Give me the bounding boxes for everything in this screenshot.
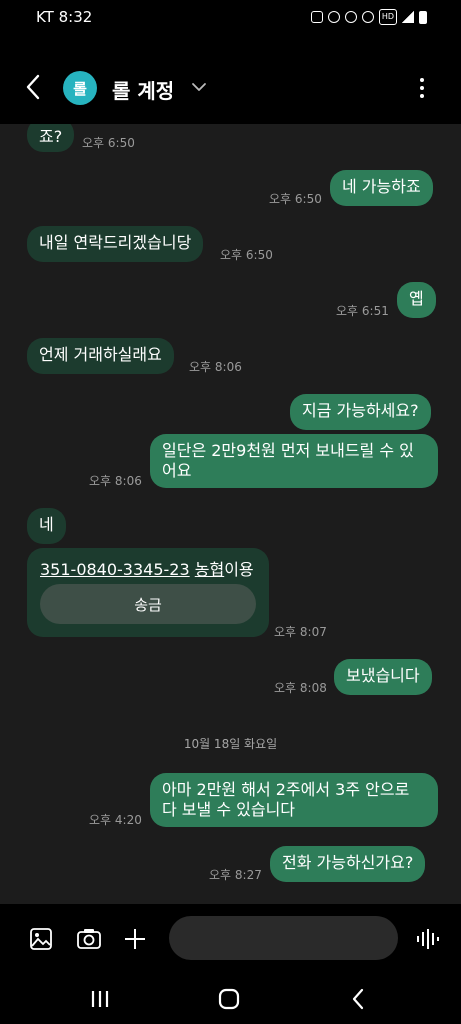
hd-icon: HD bbox=[378, 9, 397, 25]
account-info: 351-0840-3345-23 농협이용 bbox=[40, 556, 254, 580]
status-time: KT 8:32 bbox=[36, 8, 93, 26]
more-icon[interactable] bbox=[410, 74, 434, 102]
gallery-icon[interactable] bbox=[28, 926, 54, 952]
camera-icon[interactable] bbox=[76, 926, 102, 952]
conversation-header: 롤 롤 계정 bbox=[0, 36, 461, 124]
message-list[interactable]: 죠? 오후 6:50 네 가능하죠 오후 6:50 내일 연락드리겠습니당 오후… bbox=[0, 124, 461, 904]
lock-icon bbox=[310, 11, 323, 23]
status-icons: HD bbox=[310, 9, 427, 25]
message-time: 오후 8:06 bbox=[89, 474, 142, 488]
system-nav-bar bbox=[0, 974, 461, 1024]
voice-icon[interactable] bbox=[414, 926, 440, 952]
message-bubble-incoming[interactable]: 네 bbox=[27, 508, 66, 544]
message-time: 오후 8:07 bbox=[274, 625, 327, 639]
message-bubble-outgoing[interactable]: 아마 2만원 해서 2주에서 3주 안으로 다 보낼 수 있습니다 bbox=[150, 773, 438, 827]
message-bubble-outgoing[interactable]: 옙 bbox=[397, 282, 436, 318]
message-input[interactable] bbox=[169, 916, 398, 960]
avatar[interactable]: 롤 bbox=[63, 71, 97, 105]
composer-bar bbox=[0, 904, 461, 974]
message-bubble-outgoing[interactable]: 전화 가능하신가요? bbox=[270, 846, 426, 882]
account-number-card: 351-0840-3345-23 농협이용 송금 bbox=[27, 548, 269, 637]
message-time: 오후 8:06 bbox=[189, 360, 242, 374]
account-number-link[interactable]: 351-0840-3345-23 bbox=[40, 560, 190, 579]
alarm-icon bbox=[327, 11, 340, 23]
message-time: 오후 6:50 bbox=[269, 192, 322, 206]
message-bubble-outgoing[interactable]: 네 가능하죠 bbox=[330, 170, 433, 206]
recent-apps-icon[interactable] bbox=[87, 986, 113, 1012]
message-time: 오후 8:08 bbox=[274, 681, 327, 695]
message-bubble-outgoing[interactable]: 지금 가능하세요? bbox=[290, 394, 431, 430]
message-bubble-incoming[interactable]: 죠? bbox=[27, 124, 75, 152]
message-time: 오후 4:20 bbox=[89, 813, 142, 827]
nav-back-icon[interactable] bbox=[345, 986, 371, 1012]
battery-icon bbox=[419, 10, 427, 24]
message-time: 오후 8:27 bbox=[209, 868, 262, 882]
message-time: 오후 6:51 bbox=[336, 304, 389, 318]
mute-icon bbox=[344, 11, 357, 23]
message-time: 오후 6:50 bbox=[220, 248, 273, 262]
account-suffix: 이용 bbox=[224, 560, 254, 579]
home-icon[interactable] bbox=[216, 986, 242, 1012]
wifi-icon bbox=[361, 11, 374, 23]
send-money-button[interactable]: 송금 bbox=[40, 584, 256, 624]
message-bubble-incoming[interactable]: 내일 연락드리겠습니당 bbox=[27, 226, 204, 262]
back-icon[interactable] bbox=[22, 72, 44, 102]
message-time: 오후 6:50 bbox=[82, 136, 135, 150]
signal-icon bbox=[402, 11, 414, 23]
chevron-down-icon[interactable] bbox=[190, 78, 208, 96]
message-bubble-outgoing[interactable]: 일단은 2만9천원 먼저 보내드릴 수 있어요 bbox=[150, 434, 438, 488]
message-bubble-outgoing[interactable]: 보냈습니다 bbox=[334, 659, 432, 695]
plus-icon[interactable] bbox=[122, 926, 148, 952]
status-bar: KT 8:32 HD bbox=[0, 0, 461, 36]
date-separator: 10월 18일 화요일 bbox=[183, 737, 278, 751]
bank-name[interactable]: 농협 bbox=[195, 560, 224, 579]
contact-name[interactable]: 롤 계정 bbox=[112, 75, 174, 104]
message-bubble-incoming[interactable]: 언제 거래하실래요 bbox=[27, 338, 174, 374]
